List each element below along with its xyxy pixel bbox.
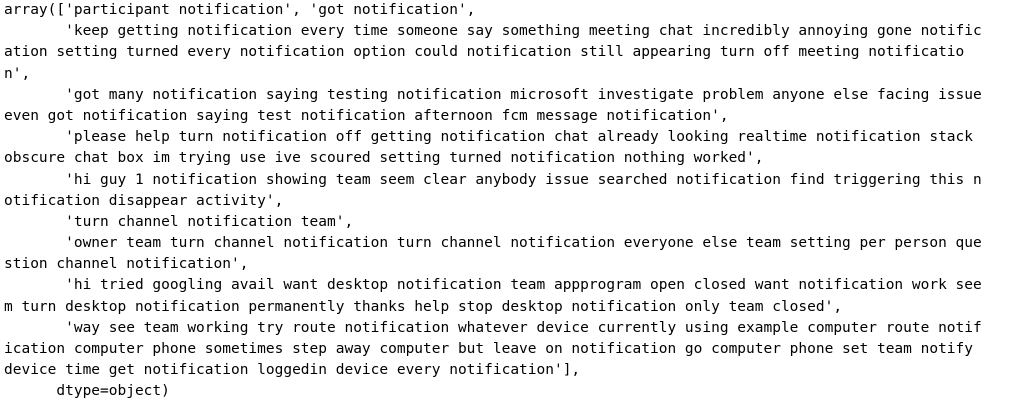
output-line: array(['participant notification', 'got … bbox=[4, 2, 476, 18]
output-line: obscure chat box im trying use ive scour… bbox=[4, 150, 764, 167]
output-line: m turn desktop notification permanently … bbox=[4, 298, 843, 315]
output-line: ication computer phone sometimes step aw… bbox=[4, 341, 974, 357]
output-line: otification disappear activity', bbox=[4, 192, 284, 209]
output-line: stion channel notification', bbox=[4, 256, 249, 273]
output-line: even got notification saying test notifi… bbox=[4, 107, 729, 124]
output-line: 'hi guy 1 notification showing team seem… bbox=[4, 171, 982, 188]
output-line: 'got many notification saying testing no… bbox=[4, 86, 982, 103]
output-line: dtype=object) bbox=[4, 383, 170, 400]
output-line: ation setting turned every notification … bbox=[4, 44, 965, 61]
output-line: 'hi tried googling avail want desktop no… bbox=[4, 277, 982, 294]
output-line: 'turn channel notification team', bbox=[4, 213, 354, 230]
output-line: 'owner team turn channel notification tu… bbox=[4, 235, 982, 252]
notebook-output-cell: array(['participant notification', 'got … bbox=[0, 0, 1015, 400]
output-line: 'please help turn notification off getti… bbox=[4, 129, 974, 146]
output-line: device time get notification loggedin de… bbox=[4, 362, 581, 379]
output-line: 'way see team working try route notifica… bbox=[4, 319, 982, 336]
output-line: 'keep getting notification every time so… bbox=[4, 23, 982, 40]
output-line: n', bbox=[4, 65, 31, 82]
